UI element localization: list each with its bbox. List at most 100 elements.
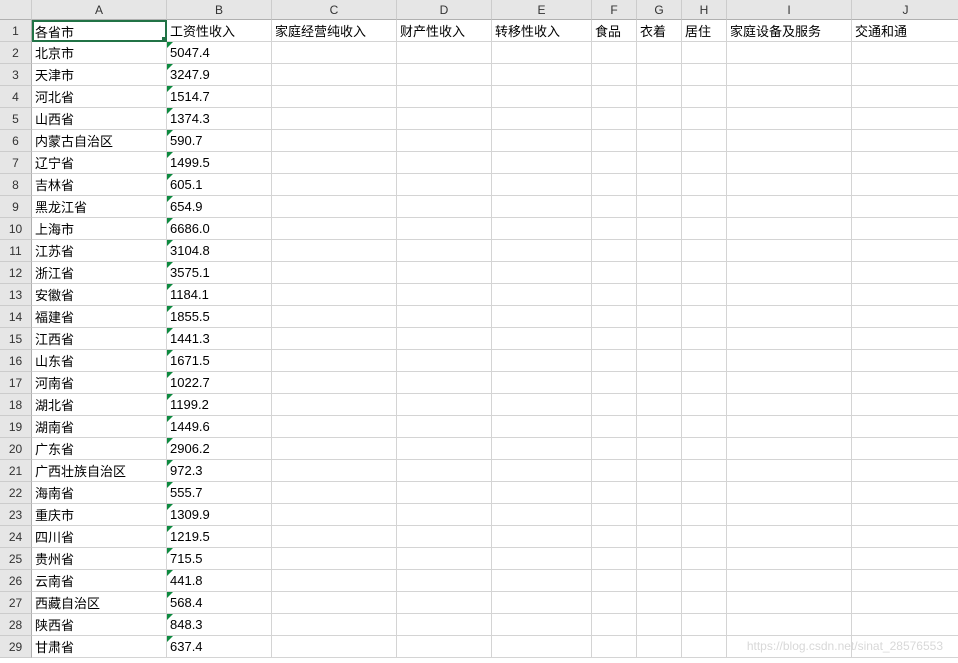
cell-F27[interactable] bbox=[592, 592, 637, 614]
cell-D15[interactable] bbox=[397, 328, 492, 350]
cell-I26[interactable] bbox=[727, 570, 852, 592]
cell-D16[interactable] bbox=[397, 350, 492, 372]
cell-D23[interactable] bbox=[397, 504, 492, 526]
cell-I11[interactable] bbox=[727, 240, 852, 262]
cell-A20[interactable]: 广东省 bbox=[32, 438, 167, 460]
cell-G22[interactable] bbox=[637, 482, 682, 504]
cell-B27[interactable]: 568.4 bbox=[167, 592, 272, 614]
cell-E11[interactable] bbox=[492, 240, 592, 262]
cell-I1[interactable]: 家庭设备及服务 bbox=[727, 20, 852, 42]
cell-G6[interactable] bbox=[637, 130, 682, 152]
cell-D8[interactable] bbox=[397, 174, 492, 196]
row-header-12[interactable]: 12 bbox=[0, 262, 32, 284]
cell-J18[interactable] bbox=[852, 394, 958, 416]
cell-A17[interactable]: 河南省 bbox=[32, 372, 167, 394]
cell-A25[interactable]: 贵州省 bbox=[32, 548, 167, 570]
cell-B19[interactable]: 1449.6 bbox=[167, 416, 272, 438]
cell-G20[interactable] bbox=[637, 438, 682, 460]
row-header-24[interactable]: 24 bbox=[0, 526, 32, 548]
cell-C28[interactable] bbox=[272, 614, 397, 636]
cell-C22[interactable] bbox=[272, 482, 397, 504]
cell-H8[interactable] bbox=[682, 174, 727, 196]
cell-H5[interactable] bbox=[682, 108, 727, 130]
cell-J9[interactable] bbox=[852, 196, 958, 218]
cell-F17[interactable] bbox=[592, 372, 637, 394]
cell-F25[interactable] bbox=[592, 548, 637, 570]
row-header-7[interactable]: 7 bbox=[0, 152, 32, 174]
cell-J15[interactable] bbox=[852, 328, 958, 350]
cell-G25[interactable] bbox=[637, 548, 682, 570]
cell-D13[interactable] bbox=[397, 284, 492, 306]
cell-E29[interactable] bbox=[492, 636, 592, 658]
cell-J21[interactable] bbox=[852, 460, 958, 482]
row-header-5[interactable]: 5 bbox=[0, 108, 32, 130]
cell-E13[interactable] bbox=[492, 284, 592, 306]
cell-G19[interactable] bbox=[637, 416, 682, 438]
cell-B2[interactable]: 5047.4 bbox=[167, 42, 272, 64]
cell-J1[interactable]: 交通和通 bbox=[852, 20, 958, 42]
cell-G13[interactable] bbox=[637, 284, 682, 306]
cell-I20[interactable] bbox=[727, 438, 852, 460]
cell-B25[interactable]: 715.5 bbox=[167, 548, 272, 570]
cell-J19[interactable] bbox=[852, 416, 958, 438]
cell-E3[interactable] bbox=[492, 64, 592, 86]
cell-A1[interactable]: 各省市 bbox=[32, 20, 167, 42]
cell-G1[interactable]: 衣着 bbox=[637, 20, 682, 42]
cell-F19[interactable] bbox=[592, 416, 637, 438]
cell-H9[interactable] bbox=[682, 196, 727, 218]
cell-H14[interactable] bbox=[682, 306, 727, 328]
cell-E14[interactable] bbox=[492, 306, 592, 328]
cell-C26[interactable] bbox=[272, 570, 397, 592]
cell-G16[interactable] bbox=[637, 350, 682, 372]
row-header-10[interactable]: 10 bbox=[0, 218, 32, 240]
cell-F21[interactable] bbox=[592, 460, 637, 482]
cell-I12[interactable] bbox=[727, 262, 852, 284]
cell-F29[interactable] bbox=[592, 636, 637, 658]
cell-J29[interactable] bbox=[852, 636, 958, 658]
cell-E28[interactable] bbox=[492, 614, 592, 636]
cell-J20[interactable] bbox=[852, 438, 958, 460]
cell-B26[interactable]: 441.8 bbox=[167, 570, 272, 592]
spreadsheet[interactable]: A B C D E F G H I J 1各省市工资性收入家庭经营纯收入财产性收… bbox=[0, 0, 958, 663]
row-header-19[interactable]: 19 bbox=[0, 416, 32, 438]
row-header-18[interactable]: 18 bbox=[0, 394, 32, 416]
cell-F10[interactable] bbox=[592, 218, 637, 240]
cell-J25[interactable] bbox=[852, 548, 958, 570]
col-header-F[interactable]: F bbox=[592, 0, 637, 20]
cell-I16[interactable] bbox=[727, 350, 852, 372]
cell-B29[interactable]: 637.4 bbox=[167, 636, 272, 658]
cell-E12[interactable] bbox=[492, 262, 592, 284]
cell-I15[interactable] bbox=[727, 328, 852, 350]
cell-G17[interactable] bbox=[637, 372, 682, 394]
cell-J8[interactable] bbox=[852, 174, 958, 196]
cell-I3[interactable] bbox=[727, 64, 852, 86]
cell-F16[interactable] bbox=[592, 350, 637, 372]
row-header-3[interactable]: 3 bbox=[0, 64, 32, 86]
cell-A14[interactable]: 福建省 bbox=[32, 306, 167, 328]
cell-A11[interactable]: 江苏省 bbox=[32, 240, 167, 262]
row-header-6[interactable]: 6 bbox=[0, 130, 32, 152]
cell-F14[interactable] bbox=[592, 306, 637, 328]
col-header-B[interactable]: B bbox=[167, 0, 272, 20]
cell-G14[interactable] bbox=[637, 306, 682, 328]
row-header-21[interactable]: 21 bbox=[0, 460, 32, 482]
cell-F23[interactable] bbox=[592, 504, 637, 526]
cell-C7[interactable] bbox=[272, 152, 397, 174]
cell-I13[interactable] bbox=[727, 284, 852, 306]
cell-G11[interactable] bbox=[637, 240, 682, 262]
col-header-J[interactable]: J bbox=[852, 0, 958, 20]
cell-A29[interactable]: 甘肃省 bbox=[32, 636, 167, 658]
cell-C12[interactable] bbox=[272, 262, 397, 284]
cell-J24[interactable] bbox=[852, 526, 958, 548]
cell-F26[interactable] bbox=[592, 570, 637, 592]
cell-D7[interactable] bbox=[397, 152, 492, 174]
row-header-22[interactable]: 22 bbox=[0, 482, 32, 504]
cell-H28[interactable] bbox=[682, 614, 727, 636]
cell-D1[interactable]: 财产性收入 bbox=[397, 20, 492, 42]
row-header-26[interactable]: 26 bbox=[0, 570, 32, 592]
cell-H17[interactable] bbox=[682, 372, 727, 394]
cell-G3[interactable] bbox=[637, 64, 682, 86]
row-header-2[interactable]: 2 bbox=[0, 42, 32, 64]
cell-G24[interactable] bbox=[637, 526, 682, 548]
cell-J5[interactable] bbox=[852, 108, 958, 130]
